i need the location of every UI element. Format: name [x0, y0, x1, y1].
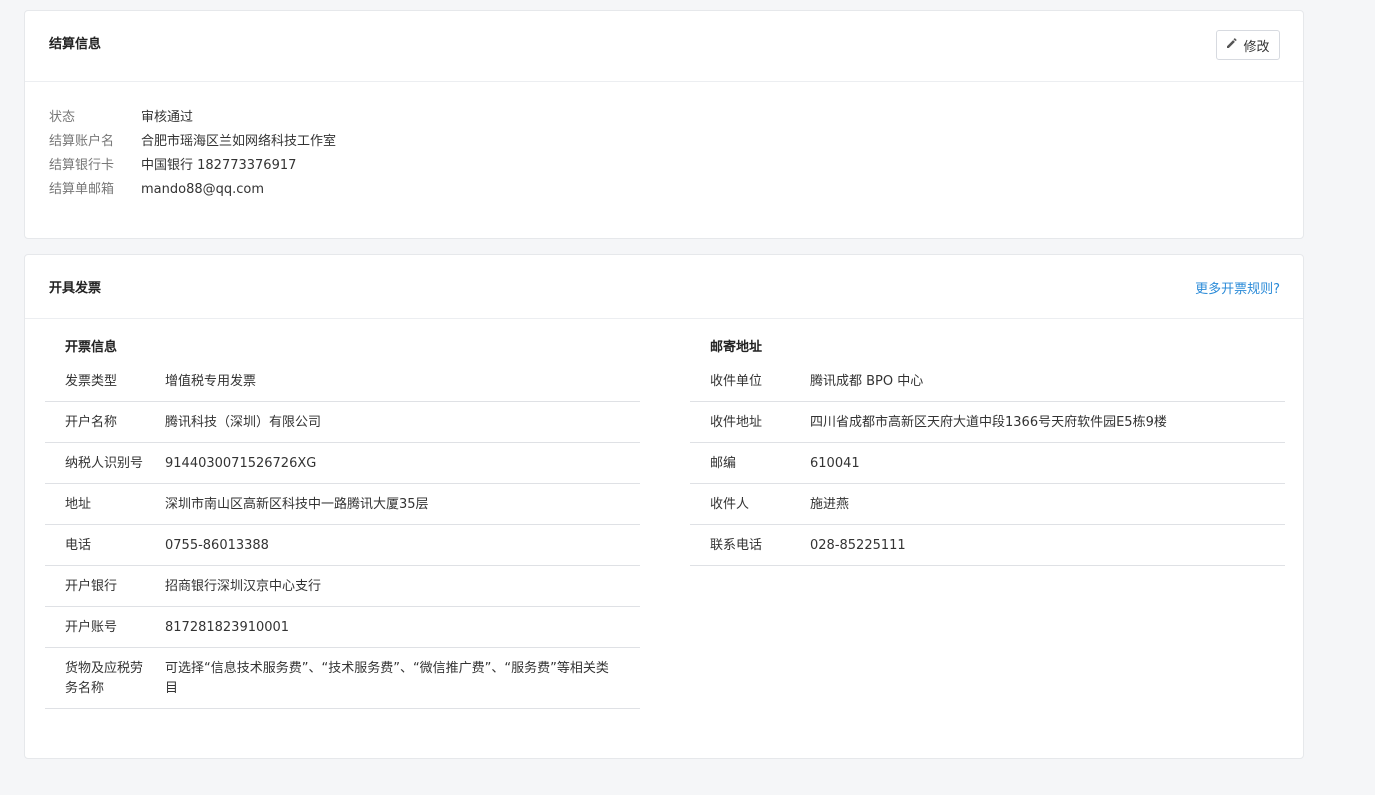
kv-row-invoice-type: 发票类型 增值税专用发票: [45, 361, 640, 402]
info-value: 审核通过: [141, 110, 194, 125]
kv-value: 招商银行深圳汉京中心支行: [165, 579, 322, 594]
settlement-title: 结算信息: [49, 37, 102, 52]
info-label: 结算银行卡: [49, 158, 115, 173]
info-row-status: 状态 审核通过: [49, 106, 336, 130]
kv-value: 817281823910001: [165, 620, 290, 635]
kv-row-tax-id: 纳税人识别号 9144030071526726XG: [45, 443, 640, 484]
kv-row-goods-name: 货物及应税劳务名称 可选择“信息技术服务费”、“技术服务费”、“微信推广费”、“…: [45, 648, 640, 709]
kv-value: 可选择“信息技术服务费”、“技术服务费”、“微信推广费”、“服务费”等相关类目: [165, 661, 609, 696]
kv-row-recipient: 收件人 施进燕: [690, 484, 1285, 525]
kv-label: 邮编: [710, 456, 737, 471]
kv-row-account-name: 开户名称 腾讯科技（深圳）有限公司: [45, 402, 640, 443]
kv-value: 腾讯成都 BPO 中心: [810, 374, 924, 389]
invoice-info-title: 开票信息: [65, 340, 118, 355]
settlement-card-header: 结算信息 修改: [25, 11, 1303, 82]
kv-value: 深圳市南山区高新区科技中一路腾讯大厦35层: [165, 497, 429, 512]
info-value: mando88@qq.com: [141, 182, 265, 197]
info-row-bank-card: 结算银行卡 中国银行 182773376917: [49, 154, 336, 178]
edit-button[interactable]: 修改: [1216, 30, 1280, 60]
invoice-card-header: 开具发票 更多开票规则?: [25, 255, 1303, 319]
invoice-card: 开具发票 更多开票规则? 开票信息 发票类型 增值税专用发票 开户名称 腾讯科技…: [24, 254, 1304, 759]
kv-value: 9144030071526726XG: [165, 456, 317, 471]
kv-label: 地址: [65, 497, 92, 512]
invoice-title: 开具发票: [49, 281, 102, 296]
kv-value: 028-85225111: [810, 538, 906, 553]
info-row-email: 结算单邮箱 mando88@qq.com: [49, 178, 336, 202]
settlement-card: 结算信息 修改 状态 审核通过 结算账户名 合肥市瑶海区兰如网络科技工作室 结算…: [24, 10, 1304, 239]
kv-label: 纳税人识别号: [65, 456, 144, 471]
info-label: 结算单邮箱: [49, 182, 115, 197]
kv-label: 联系电话: [710, 538, 763, 553]
kv-label: 开户账号: [65, 620, 118, 635]
mail-address-section: 邮寄地址 收件单位 腾讯成都 BPO 中心 收件地址 四川省成都市高新区天府大道…: [690, 335, 1285, 566]
kv-value: 增值税专用发票: [165, 374, 257, 389]
kv-label: 开户银行: [65, 579, 118, 594]
kv-label: 收件单位: [710, 374, 763, 389]
kv-label: 开户名称: [65, 415, 118, 430]
info-label: 状态: [49, 110, 76, 125]
kv-label: 发票类型: [65, 374, 118, 389]
kv-row-contact-phone: 联系电话 028-85225111: [690, 525, 1285, 566]
pencil-icon: [1226, 37, 1238, 53]
info-row-account-name: 结算账户名 合肥市瑶海区兰如网络科技工作室: [49, 130, 336, 154]
invoice-info-section: 开票信息 发票类型 增值税专用发票 开户名称 腾讯科技（深圳）有限公司 纳税人识…: [45, 335, 640, 709]
kv-label: 货物及应税劳务名称: [65, 661, 144, 696]
kv-row-bank: 开户银行 招商银行深圳汉京中心支行: [45, 566, 640, 607]
kv-value: 0755-86013388: [165, 538, 269, 553]
kv-value: 四川省成都市高新区天府大道中段1366号天府软件园E5栋9楼: [810, 415, 1167, 430]
kv-row-postcode: 邮编 610041: [690, 443, 1285, 484]
mail-address-title: 邮寄地址: [710, 340, 763, 355]
info-value: 合肥市瑶海区兰如网络科技工作室: [141, 134, 337, 149]
kv-row-address: 地址 深圳市南山区高新区科技中一路腾讯大厦35层: [45, 484, 640, 525]
kv-label: 收件人: [710, 497, 750, 512]
invoice-rules-link[interactable]: 更多开票规则?: [1195, 278, 1280, 297]
kv-row-recipient-address: 收件地址 四川省成都市高新区天府大道中段1366号天府软件园E5栋9楼: [690, 402, 1285, 443]
kv-row-phone: 电话 0755-86013388: [45, 525, 640, 566]
edit-button-label: 修改: [1243, 39, 1270, 55]
settlement-info-list: 状态 审核通过 结算账户名 合肥市瑶海区兰如网络科技工作室 结算银行卡 中国银行…: [49, 106, 336, 202]
kv-value: 腾讯科技（深圳）有限公司: [165, 415, 322, 430]
kv-value: 610041: [810, 456, 860, 471]
kv-row-recipient-org: 收件单位 腾讯成都 BPO 中心: [690, 361, 1285, 402]
kv-row-account-number: 开户账号 817281823910001: [45, 607, 640, 648]
info-value: 中国银行 182773376917: [141, 158, 297, 173]
info-label: 结算账户名: [49, 134, 115, 149]
kv-value: 施进燕: [810, 497, 850, 512]
kv-label: 收件地址: [710, 415, 763, 430]
kv-label: 电话: [65, 538, 92, 553]
